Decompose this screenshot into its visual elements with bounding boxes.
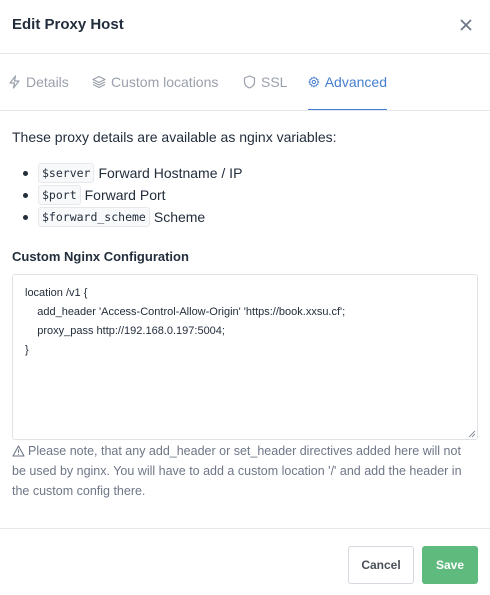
warning-icon [12,445,25,457]
modal-title: Edit Proxy Host [12,16,124,33]
config-line: } [25,344,29,356]
variable-code: $port [38,185,81,205]
variable-item: $port Forward Port [22,184,242,206]
close-button[interactable] [456,14,476,36]
variable-item: $forward_scheme Scheme [22,206,242,228]
config-note: Please note, that any add_header or set_… [12,441,474,501]
tab-details-label: Details [26,74,69,90]
save-button[interactable]: Save [422,546,478,584]
modal-header: Edit Proxy Host [0,0,490,54]
tab-details[interactable]: Details [8,54,69,110]
modal-footer [0,528,490,595]
config-line: add_header 'Access-Control-Allow-Origin'… [25,306,346,318]
tab-custom-locations-label: Custom locations [111,74,219,90]
tab-bar: Details Custom locations SSL Advanced [0,54,490,111]
resize-handle-icon[interactable] [468,430,476,438]
layers-icon [92,75,106,89]
variables-intro: These proxy details are available as ngi… [12,129,337,145]
variable-description: Scheme [153,209,206,225]
variable-code: $forward_scheme [38,207,150,227]
variable-description: Forward Hostname / IP [98,165,243,181]
variables-list: $server Forward Hostname / IP $port Forw… [22,162,243,228]
cancel-button[interactable]: Cancel [348,546,414,584]
config-line: location /v1 { [25,287,88,299]
variable-code: $server [38,163,95,183]
tab-ssl[interactable]: SSL [243,54,287,110]
tab-advanced-label: Advanced [324,73,387,90]
close-icon [460,19,472,31]
variable-item: $server Forward Hostname / IP [22,162,243,184]
variable-description: Forward Port [84,187,166,203]
config-note-text: Please note, that any add_header or set_… [12,444,462,498]
tab-custom-locations[interactable]: Custom locations [92,54,218,110]
tab-advanced[interactable]: Advanced [308,54,387,110]
config-label: Custom Nginx Configuration [12,249,189,264]
nginx-config-textarea[interactable]: location /v1 { add_header 'Access-Contro… [12,274,478,440]
tab-ssl-label: SSL [261,74,288,90]
config-line: proxy_pass http://192.168.0.197:5004; [25,325,225,337]
gear-icon [308,76,320,87]
shield-icon [243,75,256,89]
bolt-icon [9,75,20,89]
